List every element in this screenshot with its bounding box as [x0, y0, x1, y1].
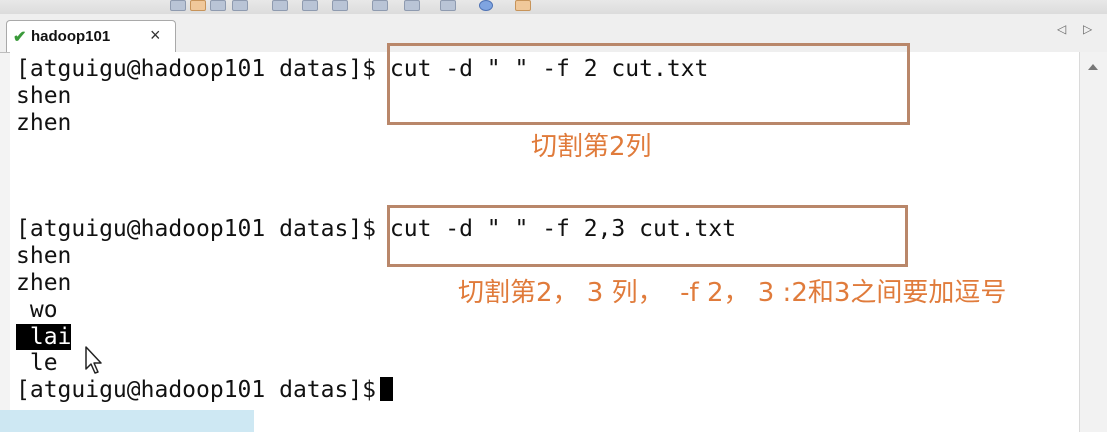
prompt-text: [atguigu@hadoop101 datas]$	[16, 377, 377, 403]
toolbar-print-icon[interactable]	[272, 0, 288, 11]
toolbar-box-icon[interactable]	[515, 0, 531, 11]
tab-close-icon[interactable]: ×	[150, 25, 161, 46]
terminal-line: wo	[16, 297, 58, 323]
selection-prefix	[16, 324, 30, 350]
tab-next-icon[interactable]: ▷	[1083, 22, 1092, 36]
tab-title: hadoop101	[31, 28, 111, 45]
toolbar-help-icon[interactable]	[479, 0, 493, 11]
toolbar-page-icon[interactable]	[372, 0, 388, 11]
terminal-line: le	[16, 350, 58, 376]
toolbar-folder-icon[interactable]	[190, 0, 206, 11]
toolbar-new-icon[interactable]	[170, 0, 186, 11]
terminal-line: shen	[16, 83, 72, 109]
scroll-up-icon[interactable]	[1088, 64, 1098, 70]
terminal-cursor	[380, 377, 394, 401]
tab-hadoop101[interactable]: ✔ hadoop101 ×	[6, 20, 176, 52]
toolbar-print-preview-icon[interactable]	[302, 0, 318, 11]
tab-prev-icon[interactable]: ◁	[1057, 22, 1066, 36]
toolbar-window-icon[interactable]	[232, 0, 248, 11]
mouse-pointer-icon	[85, 346, 102, 374]
check-icon: ✔	[13, 28, 27, 46]
selected-text: lai	[29, 324, 72, 350]
toolbar-copy-icon[interactable]	[332, 0, 348, 11]
annotation-box-1	[387, 43, 910, 125]
taskbar-highlight	[0, 410, 254, 432]
terminal-prompt-line: [atguigu@hadoop101 datas]$	[16, 377, 394, 403]
terminal-line-selected: lai	[16, 324, 72, 350]
terminal-line: zhen	[16, 270, 72, 296]
annotation-box-2	[387, 205, 908, 267]
terminal-line: shen	[16, 243, 72, 269]
vertical-scrollbar[interactable]	[1079, 52, 1107, 432]
annotation-note-2: 切割第2， 3 列， -f 2， 3 :2和3之间要加逗号	[458, 278, 1007, 308]
toolbar-grid-icon[interactable]	[210, 0, 226, 11]
annotation-note-1: 切割第2列	[531, 132, 652, 162]
terminal-line: zhen	[16, 110, 72, 136]
toolbar-tools-icon[interactable]	[404, 0, 420, 11]
toolbar-options-icon[interactable]	[440, 0, 456, 11]
toolbar	[0, 0, 1107, 14]
